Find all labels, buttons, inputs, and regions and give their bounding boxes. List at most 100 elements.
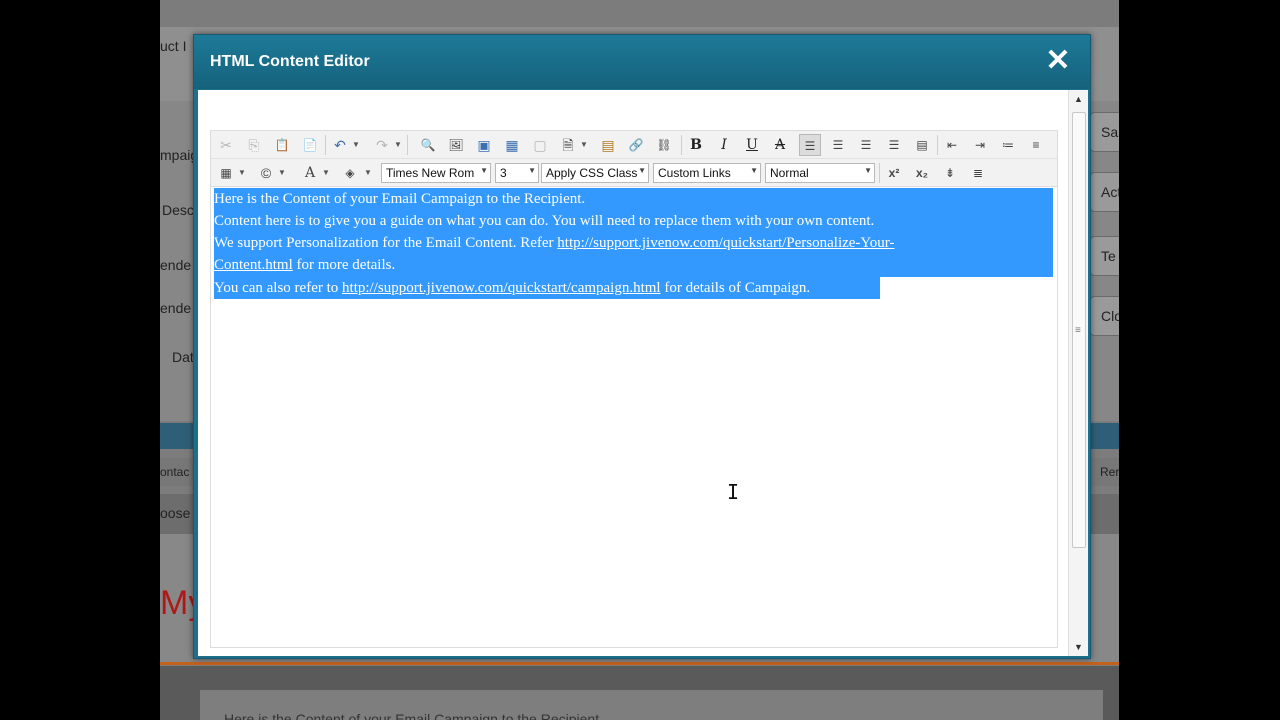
background-label: uct I [160,38,187,54]
copy-icon[interactable]: ⎘ [243,134,265,156]
superscript-button[interactable]: x² [883,162,905,184]
font-color-dropdown-arrow[interactable]: ▼ [321,162,331,184]
custom-links-select[interactable]: Custom Links ▼ [653,163,761,183]
scroll-up-icon[interactable]: ▲ [1074,94,1083,104]
vertical-scrollbar[interactable]: ▲ ≡ ▼ [1068,90,1088,656]
background-activate-button[interactable]: Activ [1090,172,1119,212]
font-name-value: Times New Rom [386,166,475,180]
table-dropdown-arrow[interactable]: ▼ [237,162,247,184]
content-text: Content here is to give you a guide on w… [214,213,875,229]
font-size-value: 3 [500,166,507,180]
dialog-title: HTML Content Editor [210,53,370,70]
personalize-link[interactable]: Content.html [214,257,293,273]
personalize-link[interactable]: http://support.jivenow.com/quickstart/Pe… [557,235,894,251]
undo-icon[interactable]: ↶ [329,134,351,156]
background-label: Rer [1100,465,1119,479]
chevron-down-icon: ▼ [480,166,488,175]
background-label: oose [160,505,191,521]
remove-alignment-icon[interactable]: ▤ [911,134,933,156]
custom-links-value: Custom Links [658,166,731,180]
font-name-select[interactable]: Times New Rom ▼ [381,163,491,183]
undo-dropdown-arrow[interactable]: ▼ [351,134,361,156]
cut-icon[interactable]: ✂ [215,134,237,156]
toolbar-separator [937,135,938,155]
content-line: We support Personalization for the Email… [214,232,894,254]
paragraph-style-select[interactable]: Normal ▼ [765,163,875,183]
image-map-icon[interactable]: ▦ [501,134,523,156]
content-text: Here is the Content of your Email Campai… [214,191,586,207]
underline-button[interactable]: U [741,134,763,156]
document-manager-icon[interactable]: 🗎 [557,134,579,156]
highlight-dropdown-arrow[interactable]: ▼ [363,162,373,184]
scrollbar-thumb[interactable]: ≡ [1072,112,1086,548]
content-text: for details of Campaign. [660,280,811,296]
content-line: Here is the Content of your Email Campai… [214,188,585,210]
paste-text-icon[interactable]: 📄 [299,134,321,156]
dialog-header: HTML Content Editor ✕ [194,35,1090,89]
copyright-icon[interactable]: © [255,162,277,184]
editor-toolbar-row-2: ▦ ▼ © ▼ A ▼ ◈ ▼ Times New Rom ▼ 3 ▼ Appl… [211,159,1057,187]
document-dropdown-arrow[interactable]: ▼ [579,134,589,156]
background-test-button[interactable]: Te [1090,236,1119,276]
align-right-icon[interactable]: ☰ [855,134,877,156]
subscript-button[interactable]: x₂ [911,162,933,184]
hyperlink-icon[interactable]: 🔗 [625,134,647,156]
bold-button[interactable]: B [685,134,707,156]
content-line: Content.html for more details. [214,254,395,276]
italic-button[interactable]: I [713,134,735,156]
align-center-icon[interactable]: ☰ [827,134,849,156]
editor-content-area[interactable]: Here is the Content of your Email Campai… [214,188,1056,643]
content-line: Content here is to give you a guide on w… [214,210,874,232]
background-label: Desc [162,202,194,218]
grip-icon: ≡ [1075,325,1081,336]
format-block-icon[interactable]: ≣ [967,162,989,184]
highlight-icon[interactable]: ◈ [339,162,361,184]
background-label: ende [160,300,192,316]
outdent-icon[interactable]: ⇤ [941,134,963,156]
redo-dropdown-arrow[interactable]: ▼ [393,134,403,156]
chevron-down-icon: ▼ [528,166,536,175]
paste-icon[interactable]: 📋 [271,134,293,156]
background-close-button[interactable]: Clo [1090,296,1119,336]
paragraph-style-value: Normal [770,166,809,180]
indent-icon[interactable]: ⇥ [969,134,991,156]
content-text: We support Personalization for the Email… [214,235,558,251]
scroll-down-icon[interactable]: ▼ [1074,642,1083,652]
content-text: for more details. [292,257,396,273]
find-replace-icon[interactable]: 🔍 [417,134,439,156]
strikethrough-button[interactable]: A [769,134,791,156]
insert-image-icon[interactable]: ▣ [473,134,495,156]
content-text: You can also refer to [214,280,343,296]
redo-icon[interactable]: ↷ [371,134,393,156]
close-icon[interactable]: ✕ [1044,46,1072,76]
image-manager-icon[interactable]: 🖼 [445,134,467,156]
campaign-link[interactable]: http://support.jivenow.com/quickstart/ca… [342,280,661,296]
background-save-button[interactable]: Sa [1090,112,1119,152]
insert-paragraph-icon[interactable]: ⇟ [939,162,961,184]
chevron-down-icon: ▼ [750,166,758,175]
background-orange-rule [160,662,1119,665]
numbered-list-icon[interactable]: ≔ [997,134,1019,156]
unlink-icon[interactable]: ⛓ [653,134,675,156]
css-class-select[interactable]: Apply CSS Class ▼ [541,163,649,183]
media-icon[interactable]: ▤ [597,134,619,156]
table-icon[interactable]: ▦ [215,162,237,184]
bulleted-list-icon[interactable]: ≡ [1025,134,1047,156]
toolbar-separator [325,135,326,155]
font-color-icon[interactable]: A [299,162,321,184]
html-content-editor-dialog: HTML Content Editor ✕ ✂ ⎘ 📋 📄 ↶ ▼ ↷ ▼ 🔍 … [193,34,1091,659]
toolbar-separator [681,135,682,155]
justify-icon[interactable]: ☰ [883,134,905,156]
symbol-dropdown-arrow[interactable]: ▼ [277,162,287,184]
chevron-down-icon: ▼ [864,166,872,175]
align-left-icon[interactable]: ☰ [799,134,821,156]
text-cursor-icon: I [727,480,740,504]
font-size-select[interactable]: 3 ▼ [495,163,539,183]
background-label: ontac [160,465,190,479]
editor-toolbar-row-1: ✂ ⎘ 📋 📄 ↶ ▼ ↷ ▼ 🔍 🖼 ▣ ▦ ▢ 🗎 ▼ ▤ 🔗 ⛓ B I … [211,131,1057,159]
rich-text-editor: ✂ ⎘ 📋 📄 ↶ ▼ ↷ ▼ 🔍 🖼 ▣ ▦ ▢ 🗎 ▼ ▤ 🔗 ⛓ B I … [210,130,1058,648]
toolbar-separator [879,163,880,183]
chevron-down-icon: ▼ [638,166,646,175]
template-icon[interactable]: ▢ [529,134,551,156]
dialog-body: ✂ ⎘ 📋 📄 ↶ ▼ ↷ ▼ 🔍 🖼 ▣ ▦ ▢ 🗎 ▼ ▤ 🔗 ⛓ B I … [198,90,1088,656]
